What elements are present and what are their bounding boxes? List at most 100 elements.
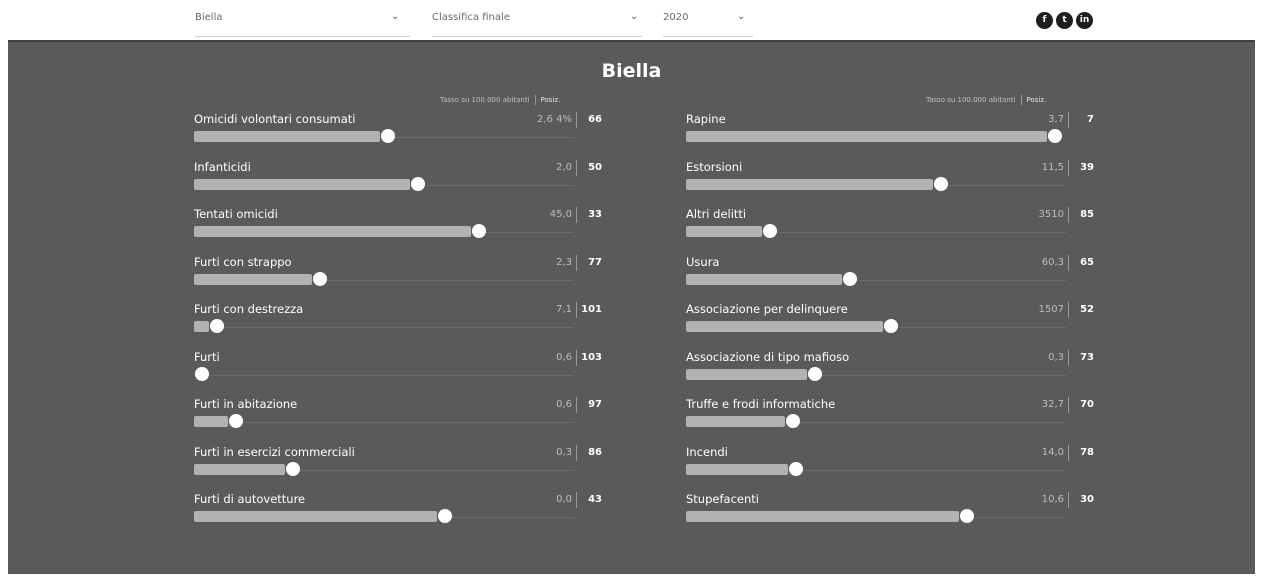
indicator-label: Furti con strappo — [194, 254, 292, 269]
right-column-header: Tasso su 100.000 abitanti Posiz. — [926, 95, 1046, 105]
slider-fill — [194, 321, 209, 332]
slider-knob[interactable] — [884, 319, 898, 333]
indicator-rate: 2,6 4% — [537, 114, 572, 125]
slider-fill — [686, 416, 785, 427]
column-divider — [576, 397, 577, 413]
slider-knob[interactable] — [411, 176, 425, 191]
indicator-row: Associazione di tipo mafioso 0,3 73 — [686, 349, 1096, 396]
slider-knob[interactable] — [229, 414, 243, 428]
indicator-rank: 50 — [588, 161, 602, 173]
chevron-down-icon: ⌄ — [391, 11, 400, 22]
province-value: Biella — [195, 12, 223, 23]
indicator-rate: 0,6 — [556, 351, 572, 363]
indicator-row: Rapine 3,7 7 — [686, 112, 1096, 158]
facebook-icon[interactable]: f — [1036, 12, 1053, 29]
column-divider — [1068, 207, 1069, 223]
indicator-rank: 103 — [581, 351, 602, 363]
indicator-rank: 97 — [588, 399, 602, 410]
slider-knob[interactable] — [286, 461, 300, 476]
column-divider — [576, 112, 577, 128]
slider-knob[interactable] — [1048, 129, 1062, 143]
panel-title: Biella — [601, 60, 662, 82]
chevron-down-icon: ⌄ — [737, 11, 746, 22]
column-divider — [1068, 302, 1069, 318]
left-rate-header: Tasso su 100.000 abitanti — [440, 96, 530, 104]
slider-fill — [194, 273, 312, 285]
slider-fill — [194, 416, 228, 427]
indicator-rate: 0,3 — [556, 446, 572, 458]
ranking-dropdown[interactable]: Classifica finale ⌄ — [432, 10, 642, 30]
slider-knob[interactable] — [195, 366, 209, 381]
column-divider — [1068, 254, 1069, 271]
indicator-rank: 30 — [1080, 494, 1094, 505]
slider-fill — [686, 321, 883, 332]
province-underline — [195, 36, 410, 37]
slider-fill — [686, 368, 807, 380]
indicator-rate: 32,7 — [1041, 399, 1064, 410]
indicator-label: Incendi — [686, 444, 728, 459]
slider-track — [194, 374, 574, 376]
indicator-rank: 86 — [588, 446, 602, 458]
indicator-label: Usura — [686, 254, 720, 269]
indicator-label: Furti con destrezza — [194, 302, 304, 316]
column-divider — [576, 254, 577, 271]
left-position-header: Posiz. — [540, 96, 561, 104]
indicator-rank: 66 — [588, 114, 602, 125]
slider-fill — [194, 226, 471, 237]
top-filter-bar: Biella ⌄ Classifica finale ⌄ 2020 ⌄ f t … — [0, 0, 1263, 40]
slider-fill — [194, 131, 380, 142]
indicator-label: Furti in esercizi commerciali — [194, 444, 355, 459]
column-divider — [1068, 444, 1069, 461]
slider-fill — [686, 226, 762, 237]
indicator-row: Omicidi volontari consumati 2,6 4% 66 — [194, 112, 604, 158]
indicator-rate: 0,0 — [556, 494, 572, 505]
indicator-rank: 33 — [588, 209, 602, 220]
slider-knob[interactable] — [210, 319, 224, 333]
slider-knob[interactable] — [960, 509, 974, 523]
indicator-row: Furti con strappo 2,3 77 — [194, 254, 604, 301]
indicator-rate: 2,3 — [556, 256, 572, 268]
indicator-row: Furti 0,6 103 — [194, 349, 604, 396]
indicator-label: Truffe e frodi informatiche — [686, 397, 836, 411]
slider-knob[interactable] — [381, 129, 395, 143]
indicator-label: Associazione di tipo mafioso — [686, 349, 850, 364]
indicator-rank: 85 — [1080, 209, 1094, 220]
year-underline — [663, 36, 753, 37]
indicator-label: Furti — [194, 349, 220, 364]
indicator-rank: 65 — [1080, 256, 1094, 268]
column-divider — [1068, 349, 1069, 366]
slider-fill — [194, 178, 410, 190]
indicator-label: Altri delitti — [686, 207, 747, 221]
slider-knob[interactable] — [808, 366, 822, 381]
chevron-down-icon: ⌄ — [630, 11, 639, 22]
indicator-rate: 3,7 — [1048, 114, 1064, 125]
indicator-label: Estorsioni — [686, 159, 743, 174]
slider-knob[interactable] — [472, 224, 486, 238]
slider-knob[interactable] — [313, 271, 327, 286]
year-value: 2020 — [663, 12, 689, 23]
slider-fill — [194, 463, 285, 475]
indicator-rank: 70 — [1080, 399, 1094, 410]
slider-knob[interactable] — [786, 414, 800, 428]
slider-knob[interactable] — [438, 509, 452, 523]
slider-knob[interactable] — [934, 176, 948, 191]
linkedin-icon[interactable]: in — [1076, 12, 1093, 29]
indicator-rate: 10,6 — [1041, 494, 1064, 505]
indicator-label: Omicidi volontari consumati — [194, 112, 356, 126]
slider-knob[interactable] — [789, 461, 803, 476]
slider-knob[interactable] — [843, 271, 857, 286]
column-divider — [576, 207, 577, 223]
slider-fill — [686, 511, 959, 522]
indicator-rank: 52 — [1080, 304, 1094, 315]
province-dropdown[interactable]: Biella ⌄ — [195, 10, 410, 30]
indicator-rate: 45,0 — [549, 209, 572, 220]
slider-knob[interactable] — [763, 224, 777, 238]
indicator-label: Stupefacenti — [686, 492, 759, 506]
twitter-icon[interactable]: t — [1056, 12, 1073, 29]
year-dropdown[interactable]: 2020 ⌄ — [663, 10, 753, 30]
slider-fill — [686, 131, 1047, 142]
indicator-rate: 0,6 — [556, 399, 572, 410]
indicator-rank: 78 — [1080, 446, 1094, 458]
indicator-label: Tentati omicidi — [194, 207, 278, 221]
indicator-row: Furti con destrezza 7,1 101 — [194, 302, 604, 348]
